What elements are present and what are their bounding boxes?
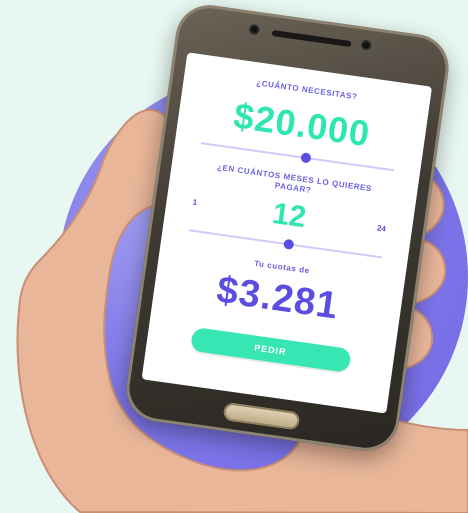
phone-screen: ¿Cuánto necesitas? $20.000 ¿En cuántos m… (141, 52, 433, 414)
smartphone: ¿Cuánto necesitas? $20.000 ¿En cuántos m… (122, 0, 453, 456)
months-max-label: 24 (376, 223, 387, 234)
